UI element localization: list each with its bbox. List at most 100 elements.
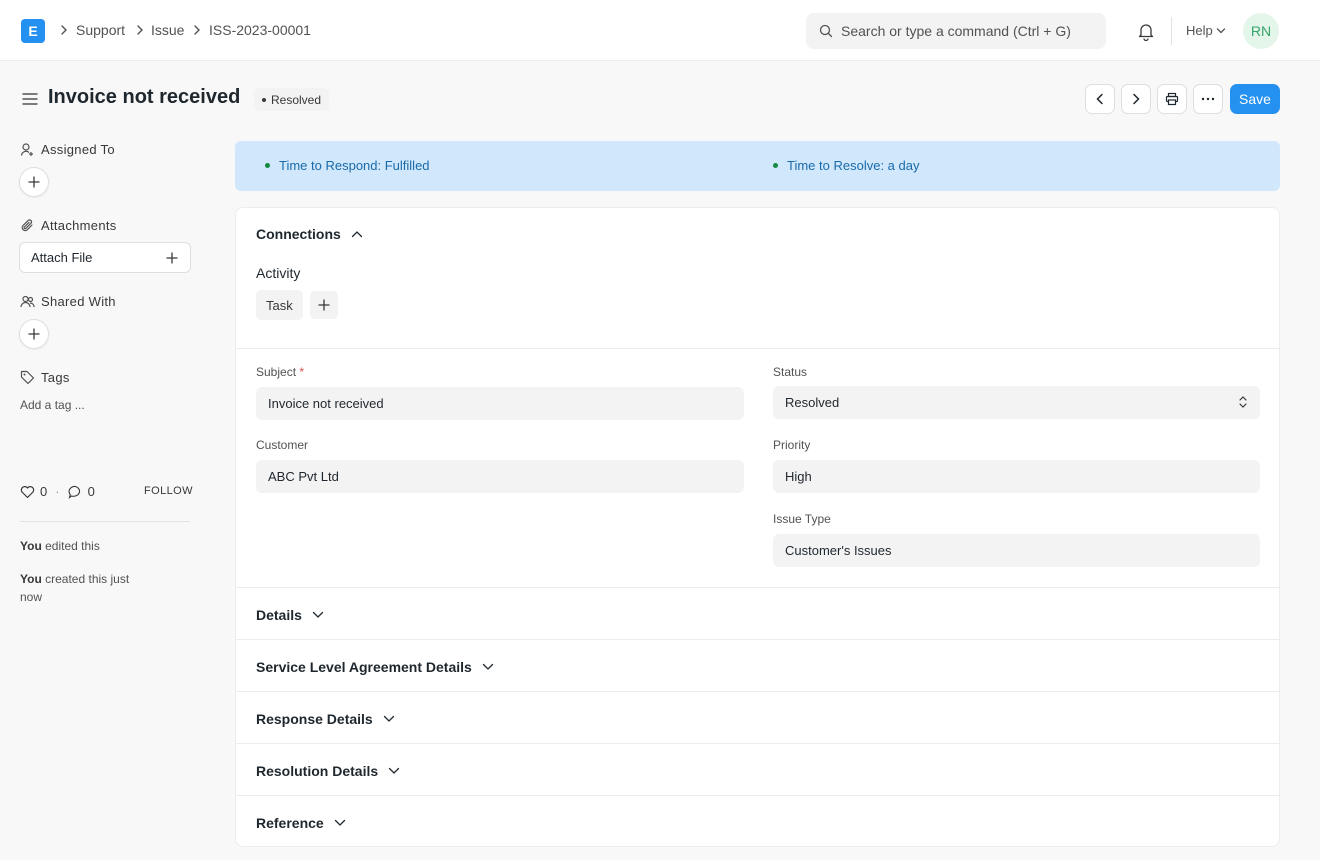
assigned-to-label: Assigned To xyxy=(41,142,115,157)
details-section-header[interactable]: Details xyxy=(256,607,324,623)
top-navbar: E Support Issue ISS-2023-00001 Search or… xyxy=(0,0,1320,61)
search-placeholder: Search or type a command (Ctrl + G) xyxy=(841,23,1071,39)
priority-label: Priority xyxy=(773,438,811,452)
activity-action: created this xyxy=(45,572,108,586)
breadcrumb-support[interactable]: Support xyxy=(76,22,125,38)
activity-actor: You xyxy=(20,572,42,586)
chevron-down-icon xyxy=(312,611,324,618)
shared-with-section: Shared With xyxy=(20,294,116,309)
chevron-up-icon xyxy=(351,231,362,238)
printer-icon xyxy=(1165,92,1179,106)
chevron-right-icon xyxy=(137,25,143,35)
section-divider xyxy=(236,691,1279,692)
activity-action: edited this xyxy=(45,539,100,553)
reference-section-header[interactable]: Reference xyxy=(256,815,346,831)
sla-resolve-indicator: Time to Resolve: a day xyxy=(773,158,919,173)
next-doc-button[interactable] xyxy=(1121,84,1151,114)
customer-label: Customer xyxy=(256,438,309,452)
section-title: Response Details xyxy=(256,711,373,727)
shared-with-label: Shared With xyxy=(41,294,116,309)
attachments-section: Attachments xyxy=(20,218,117,233)
required-asterisk: * xyxy=(299,365,305,379)
section-divider xyxy=(236,587,1279,588)
add-assignee-button[interactable] xyxy=(19,167,49,197)
breadcrumb-current[interactable]: ISS-2023-00001 xyxy=(209,22,311,38)
comments-count: 0 xyxy=(87,484,95,499)
help-dropdown[interactable]: Help xyxy=(1186,23,1213,38)
status-badge: Resolved xyxy=(254,88,330,111)
more-actions-button[interactable] xyxy=(1193,84,1223,114)
sla-respond-text: Time to Respond: Fulfilled xyxy=(279,158,430,173)
add-task-button[interactable] xyxy=(310,291,338,319)
activity-item: You edited this xyxy=(20,537,130,555)
print-button[interactable] xyxy=(1157,84,1187,114)
attach-file-label: Attach File xyxy=(31,250,93,265)
chevron-right-icon xyxy=(194,25,200,35)
notification-bell-icon[interactable] xyxy=(1137,21,1155,41)
search-input[interactable]: Search or type a command (Ctrl + G) xyxy=(806,13,1106,49)
status-select[interactable]: Resolved xyxy=(773,386,1260,419)
navbar-divider xyxy=(1171,17,1172,45)
tags-section: Tags xyxy=(20,370,70,385)
section-title: Details xyxy=(256,607,302,623)
activity-heading: Activity xyxy=(256,265,301,281)
page-title: Invoice not received xyxy=(48,86,241,108)
status-label: Status xyxy=(773,365,808,379)
chevron-left-icon xyxy=(1096,93,1103,105)
add-tag-link[interactable]: Add a tag ... xyxy=(20,398,85,412)
issue-type-field[interactable]: Customer's Issues xyxy=(773,534,1260,567)
sla-details-section-header[interactable]: Service Level Agreement Details xyxy=(256,659,494,675)
user-avatar[interactable]: RN xyxy=(1243,13,1279,49)
search-icon xyxy=(819,24,833,38)
chevron-right-icon xyxy=(61,25,67,35)
sidebar-toggle-icon[interactable] xyxy=(22,92,38,106)
sla-resolve-text: Time to Resolve: a day xyxy=(787,158,920,173)
subject-field[interactable]: Invoice not received xyxy=(256,387,744,420)
resolution-details-section-header[interactable]: Resolution Details xyxy=(256,763,400,779)
sla-status-dot-icon xyxy=(265,163,270,168)
chevron-down-icon xyxy=(388,767,400,774)
issue-type-label: Issue Type xyxy=(773,512,831,526)
sidebar-divider xyxy=(20,521,190,522)
connections-section-header[interactable]: Connections xyxy=(256,226,363,242)
app-logo[interactable]: E xyxy=(21,19,45,43)
plus-icon xyxy=(28,328,40,340)
save-button[interactable]: Save xyxy=(1230,84,1280,114)
section-title: Service Level Agreement Details xyxy=(256,659,472,675)
paperclip-icon xyxy=(21,219,33,232)
chevron-down-icon xyxy=(1216,28,1226,34)
chevron-down-icon xyxy=(482,663,493,670)
breadcrumb-issue[interactable]: Issue xyxy=(151,22,184,38)
status-badge-label: Resolved xyxy=(271,92,322,107)
status-dot-icon xyxy=(262,97,266,102)
attach-file-button[interactable]: Attach File xyxy=(19,242,191,273)
sla-banner: Time to Respond: Fulfilled Time to Resol… xyxy=(235,141,1280,191)
likes-count: 0 xyxy=(40,484,48,499)
plus-icon xyxy=(28,176,40,188)
user-add-icon xyxy=(20,143,33,156)
response-details-section-header[interactable]: Response Details xyxy=(256,711,395,727)
section-divider xyxy=(236,795,1279,796)
more-horizontal-icon xyxy=(1201,97,1215,101)
section-divider xyxy=(236,348,1279,349)
priority-field[interactable]: High xyxy=(773,460,1260,493)
chevron-down-icon xyxy=(334,819,345,826)
customer-field[interactable]: ABC Pvt Ltd xyxy=(256,460,744,493)
sla-status-dot-icon xyxy=(773,163,778,168)
follow-button[interactable]: FOLLOW xyxy=(144,485,193,497)
comment-icon[interactable] xyxy=(68,485,83,499)
likes-comments-bar: 0 · 0 xyxy=(20,484,95,499)
form-card: Connections Activity Task Subject * Invo… xyxy=(235,207,1280,847)
connections-label: Connections xyxy=(256,226,341,242)
users-icon xyxy=(20,295,35,308)
heart-icon[interactable] xyxy=(20,485,35,499)
task-link[interactable]: Task xyxy=(256,290,303,320)
activity-actor: You xyxy=(20,539,42,553)
subject-label-text: Subject xyxy=(256,365,297,379)
add-share-button[interactable] xyxy=(19,319,49,349)
plus-icon xyxy=(318,299,330,311)
sla-respond-indicator: Time to Respond: Fulfilled xyxy=(265,158,430,173)
separator-dot: · xyxy=(55,484,60,499)
previous-doc-button[interactable] xyxy=(1085,84,1115,114)
section-title: Resolution Details xyxy=(256,763,379,779)
